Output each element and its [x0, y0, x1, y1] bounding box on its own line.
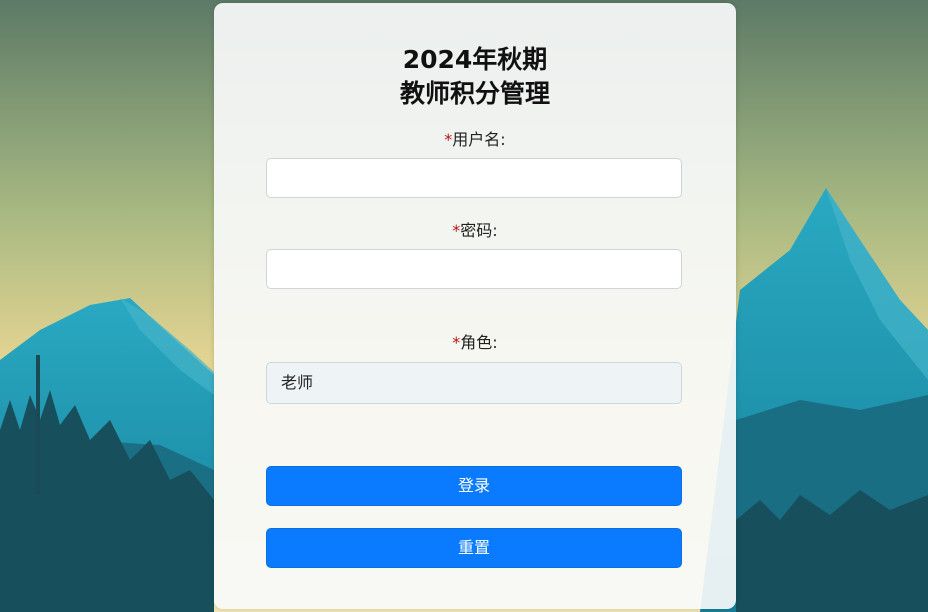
password-label-text: 密码: — [460, 221, 498, 240]
role-label-text: 角色: — [460, 333, 498, 352]
login-button[interactable]: 登录 — [266, 466, 682, 506]
role-select-value: 老师 — [281, 373, 314, 392]
password-label: *密码: — [214, 221, 736, 241]
role-label: *角色: — [214, 333, 736, 353]
username-label-text: 用户名: — [452, 130, 506, 149]
username-input[interactable] — [266, 158, 682, 198]
reset-button[interactable]: 重置 — [266, 528, 682, 568]
role-select[interactable]: 老师 — [266, 362, 682, 404]
login-card: 2024年秋期 教师积分管理 *用户名: *密码: *角色: 老师 登录 重置 — [214, 3, 736, 609]
page-title-line1: 2024年秋期 — [402, 45, 548, 74]
page-title-line2: 教师积分管理 — [399, 79, 550, 108]
password-input[interactable] — [266, 249, 682, 289]
username-label: *用户名: — [214, 130, 736, 150]
